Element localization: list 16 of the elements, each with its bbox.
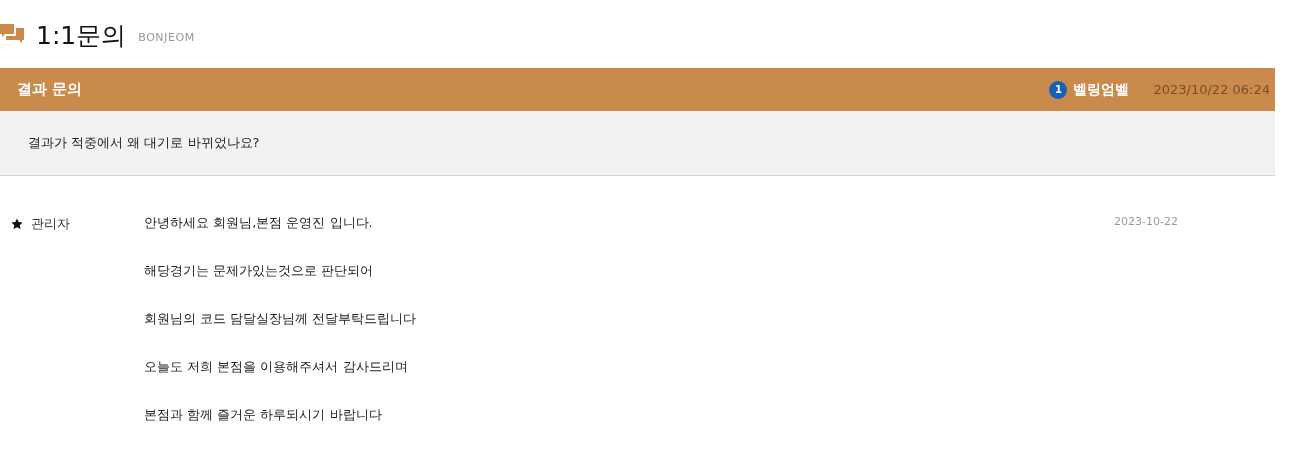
question-text: 결과가 적중에서 왜 대기로 바뀌었나요? — [28, 134, 260, 153]
page-title: 1:1문의 — [36, 23, 127, 48]
reply-date: 2023-10-22 — [1114, 214, 1179, 230]
reply-text: 안녕하세요 회원님,본점 운영진 입니다. — [144, 214, 373, 232]
page-subtitle: BONJEOM — [138, 29, 195, 46]
reply-text: 회원님의 코드 담달실장님께 전달부탁드립니다 — [144, 310, 417, 328]
author-name: 벨링엄벨 — [1073, 80, 1131, 99]
reply-text: 해당경기는 문제가있는것으로 판단되어 — [144, 262, 374, 280]
reply-text: 오늘도 저희 본점을 이용해주셔서 감사드리며 — [144, 358, 408, 376]
inquiry-title: 결과 문의 — [17, 79, 83, 101]
inquiry-datetime: 2023/10/22 06:24 — [1153, 80, 1270, 99]
chat-bubbles-icon — [0, 22, 24, 44]
reply-text: 본점과 함께 즐거운 하루되시기 바랍니다 — [144, 406, 382, 424]
reply-author: 관리자 — [31, 215, 70, 233]
star-icon — [11, 218, 23, 230]
count-badge: 1 — [1049, 80, 1068, 99]
